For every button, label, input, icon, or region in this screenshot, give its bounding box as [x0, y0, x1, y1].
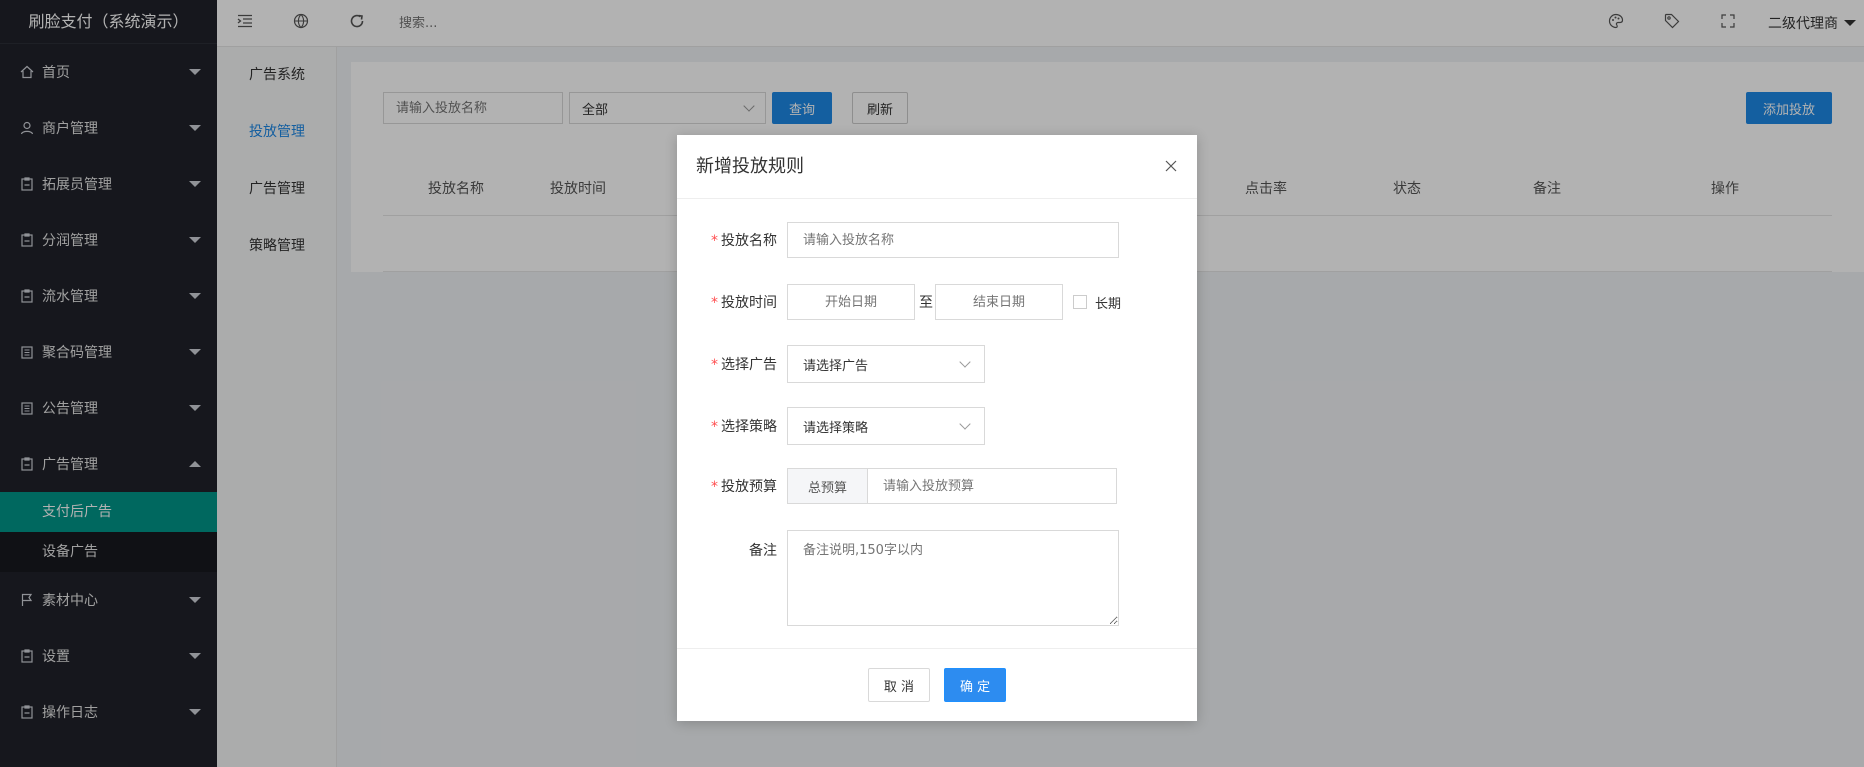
budget-label: * 投放预算: [677, 476, 787, 496]
budget-input[interactable]: [867, 468, 1118, 504]
close-button[interactable]: [1165, 135, 1177, 199]
cancel-button[interactable]: 取 消: [867, 668, 930, 702]
chevron-down-icon: [959, 356, 971, 368]
strategy-select-value: 请选择策略: [803, 420, 869, 436]
add-delivery-rule-dialog: 新增投放规则 *投放名称 *投放时间 至 长期 *选择广告 请选择广告 *选择策…: [677, 135, 1197, 721]
required-mark: *: [711, 357, 718, 373]
ad-select[interactable]: 请选择广告: [787, 345, 985, 383]
dialog-footer: 取 消 确 定: [677, 648, 1197, 721]
form-row-budget: * 投放预算 总预算: [677, 468, 1197, 504]
budget-prefix: 总预算: [787, 468, 868, 504]
date-range-separator: 至: [919, 295, 933, 311]
longterm-label: 长期: [1095, 296, 1122, 312]
form-row-ad: * 选择广告 请选择广告: [677, 345, 1197, 383]
longterm-checkbox[interactable]: [1073, 295, 1087, 309]
strategy-label: * 选择策略: [677, 416, 787, 436]
required-mark: *: [711, 295, 718, 311]
start-date-input[interactable]: [787, 284, 915, 320]
required-mark: *: [711, 233, 718, 249]
delivery-name-input[interactable]: [787, 222, 1119, 258]
remark-label: 备注: [749, 543, 777, 559]
time-label: * 投放时间: [677, 292, 787, 312]
ad-label: * 选择广告: [677, 354, 787, 374]
dialog-title-bar: 新增投放规则: [677, 135, 1197, 199]
form-row-time: *投放时间 至 长期: [677, 284, 1197, 320]
time-label-text: 投放时间: [721, 295, 777, 311]
close-icon: [1165, 135, 1177, 199]
end-date-input[interactable]: [935, 284, 1063, 320]
required-mark: *: [711, 479, 718, 495]
form-row-name: * 投放名称: [677, 222, 1197, 258]
form-row-remark: 备注: [677, 530, 1197, 626]
chevron-down-icon: [959, 418, 971, 430]
strategy-label-text: 选择策略: [721, 419, 777, 435]
required-mark: *: [711, 419, 718, 435]
dialog-title: 新增投放规则: [696, 156, 804, 177]
remark-textarea[interactable]: [787, 530, 1119, 626]
ad-label-text: 选择广告: [721, 357, 777, 373]
name-label: * 投放名称: [677, 230, 787, 250]
name-label-text: 投放名称: [721, 233, 777, 249]
form-row-strategy: * 选择策略 请选择策略: [677, 407, 1197, 445]
confirm-button[interactable]: 确 定: [944, 668, 1007, 702]
ad-select-value: 请选择广告: [803, 358, 869, 374]
budget-label-text: 投放预算: [721, 479, 777, 495]
strategy-select[interactable]: 请选择策略: [787, 407, 985, 445]
